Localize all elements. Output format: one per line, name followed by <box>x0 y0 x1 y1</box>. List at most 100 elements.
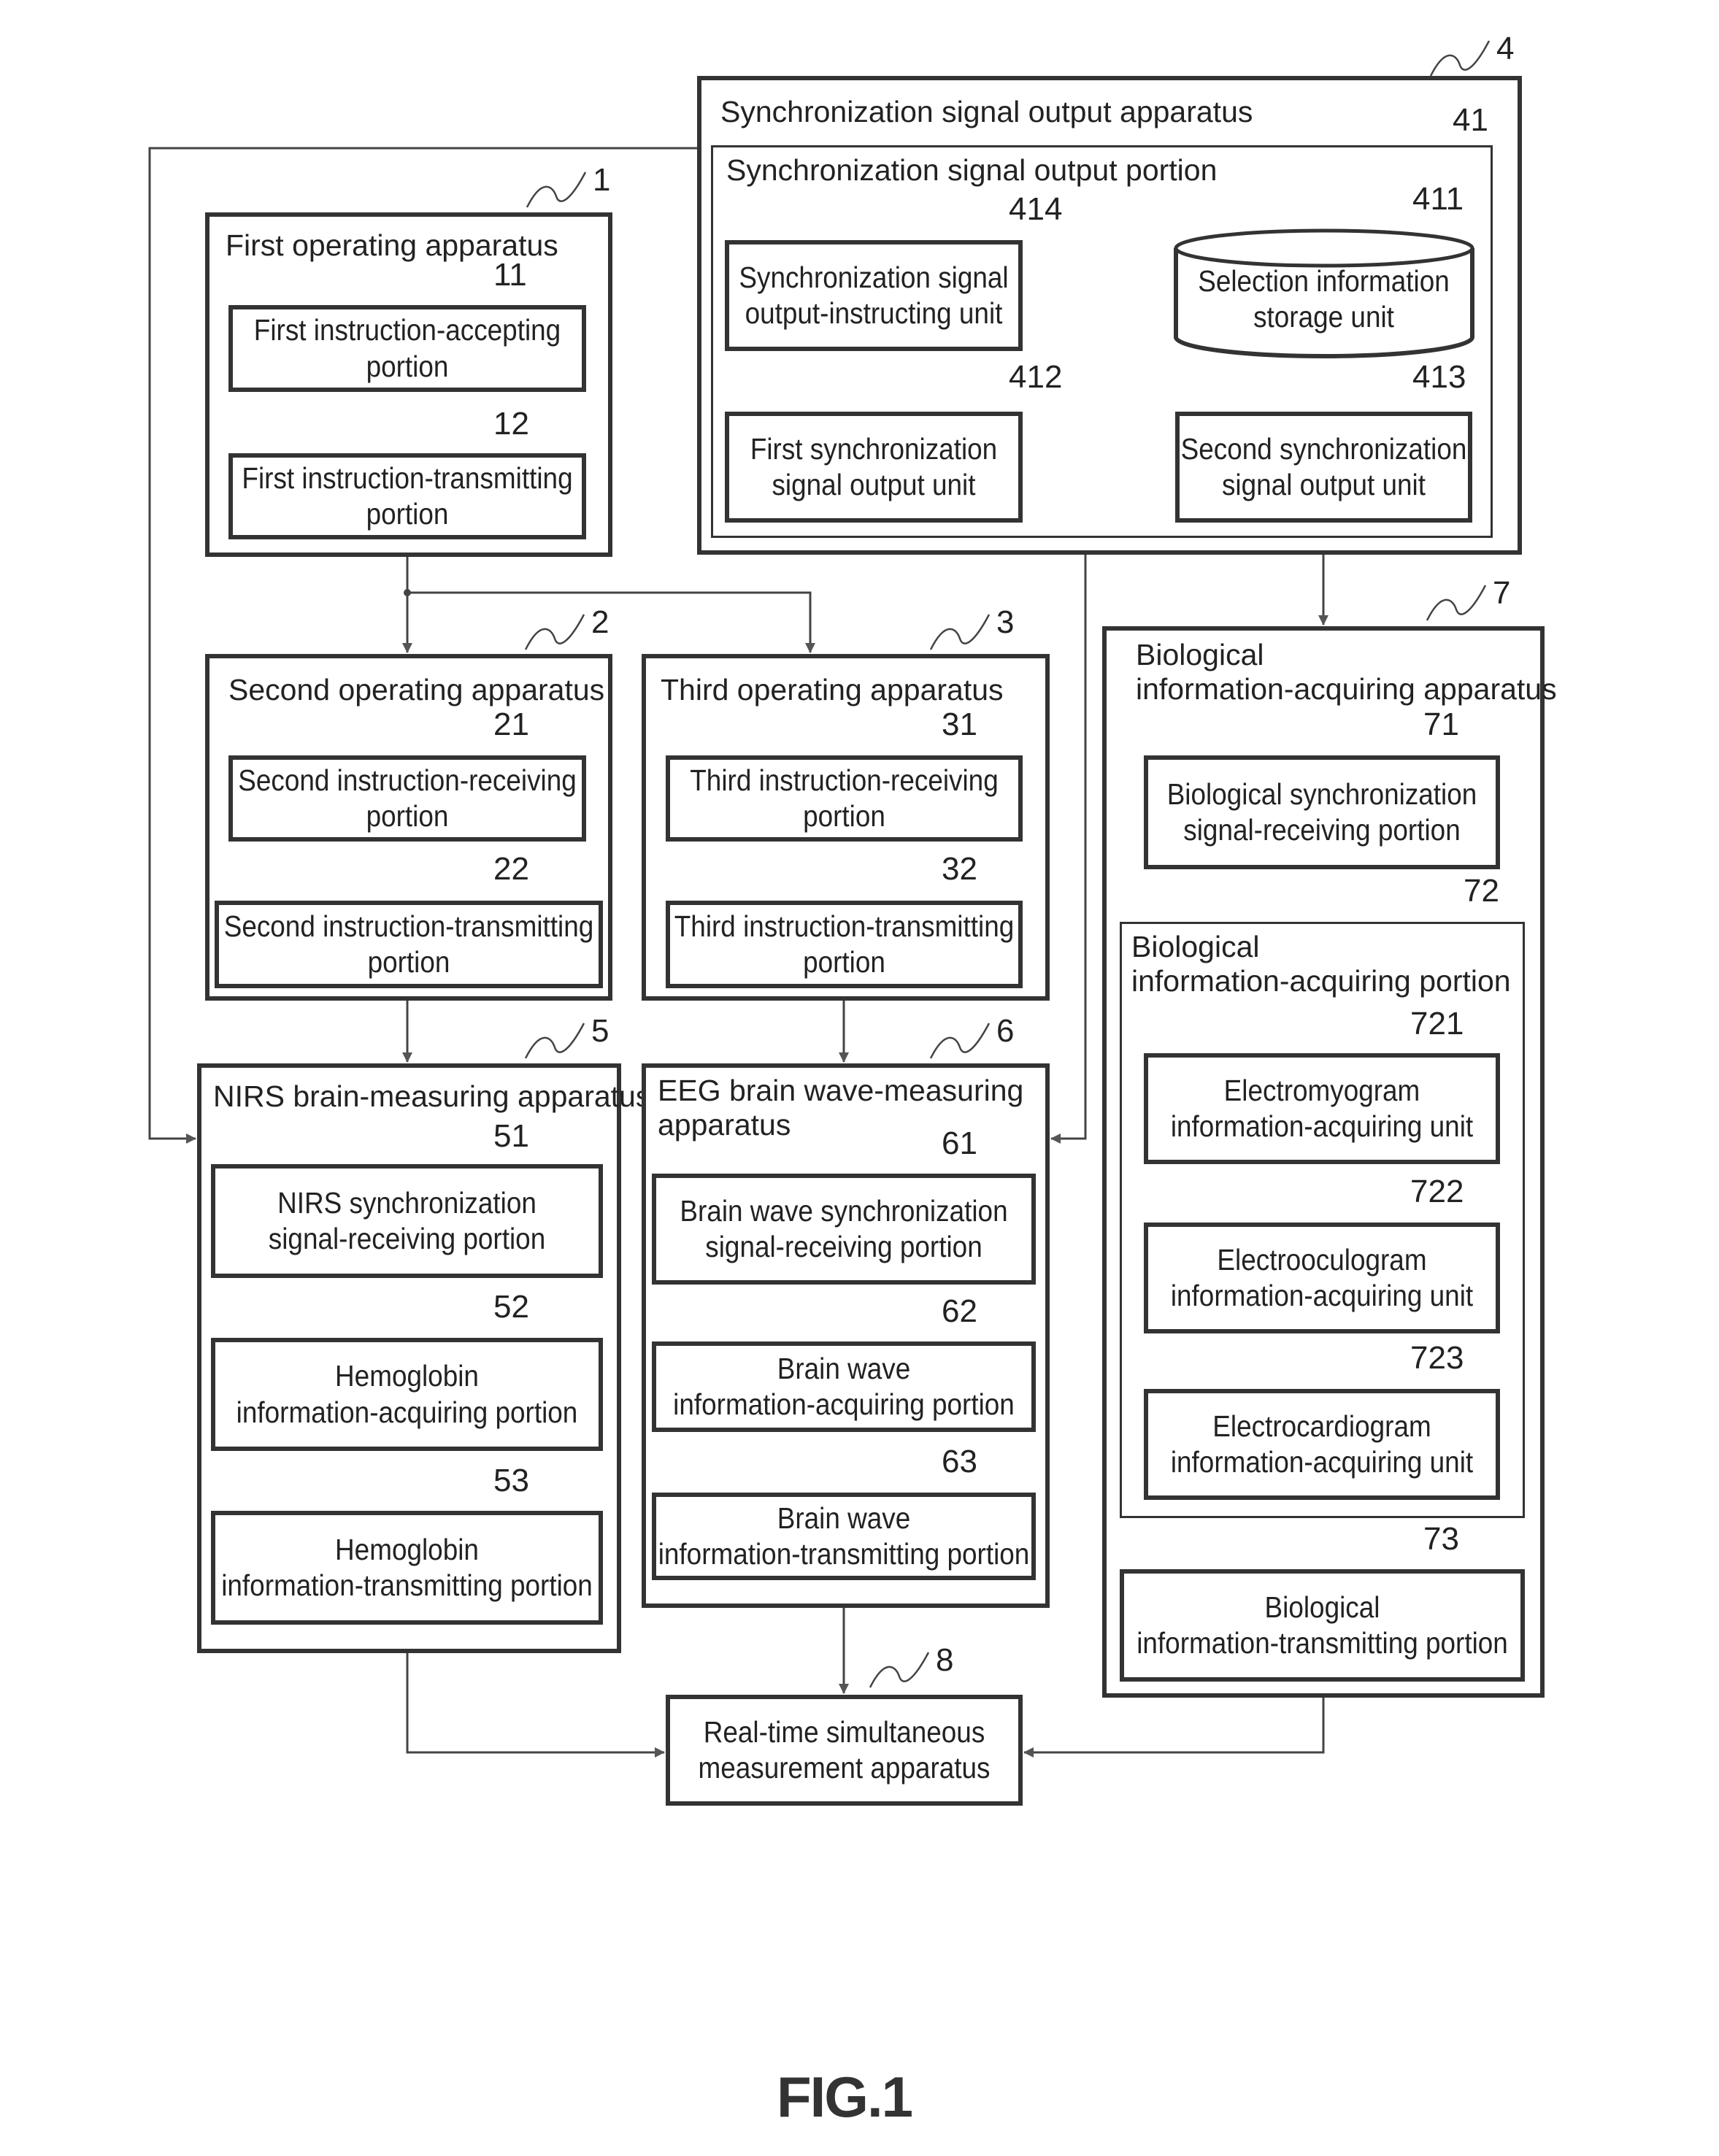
third-operating-title: Third operating apparatus <box>661 673 1004 707</box>
unit-line: Second synchronization <box>1180 431 1467 466</box>
unit-line: information-acquiring unit <box>1170 1279 1474 1312</box>
ref-32: 32 <box>942 851 977 887</box>
ref-1: 1 <box>593 162 611 198</box>
unit-line: portion <box>803 945 885 979</box>
unit-line: signal-receiving portion <box>268 1222 546 1255</box>
ref-2: 2 <box>591 604 609 640</box>
ref-4: 4 <box>1496 31 1515 66</box>
hemoglobin-info-transmitting-portion: Hemoglobin information-transmitting port… <box>211 1511 603 1625</box>
unit-line: Hemoglobin <box>335 1532 479 1566</box>
third-instruction-transmitting-portion: Third instruction-transmitting portion <box>666 901 1023 988</box>
unit-line: signal-receiving portion <box>705 1230 982 1263</box>
leader-line <box>526 172 587 208</box>
ref-62: 62 <box>942 1293 977 1329</box>
unit-line: Brain wave <box>777 1351 911 1385</box>
unit-line: Brain wave synchronization <box>680 1193 1008 1228</box>
unit-line: information-acquiring unit <box>1170 1445 1474 1479</box>
brain-wave-sync-signal-receiving-portion: Brain wave synchronization signal-receiv… <box>652 1174 1036 1285</box>
nirs-sync-signal-receiving-portion: NIRS synchronization signal-receiving po… <box>211 1164 603 1278</box>
leader-line <box>524 1023 585 1059</box>
brain-wave-info-transmitting-portion: Brain wave information-transmitting port… <box>652 1493 1036 1580</box>
ref-61: 61 <box>942 1125 977 1161</box>
nirs-title: NIRS brain-measuring apparatus <box>213 1079 651 1113</box>
unit-line: NIRS synchronization <box>277 1185 537 1220</box>
biological-info-transmitting-portion: Biological information-transmitting port… <box>1120 1569 1525 1682</box>
unit-line: Synchronization signal <box>739 260 1009 294</box>
unit-line: Third instruction-transmitting <box>674 909 1015 943</box>
sync-apparatus-title: Synchronization signal output apparatus <box>720 95 1253 128</box>
title-line: Biological <box>1131 930 1260 963</box>
unit-line: Second instruction-receiving <box>238 763 577 797</box>
ref-411: 411 <box>1412 181 1464 217</box>
unit-line: output-instructing unit <box>745 296 1003 330</box>
ref-413: 413 <box>1412 359 1466 395</box>
title-line: EEG brain wave-measuring <box>658 1074 1024 1107</box>
ref-63: 63 <box>942 1444 977 1479</box>
unit-line: information-acquiring unit <box>1170 1109 1474 1143</box>
first-instruction-transmitting-portion: First instruction-transmitting portion <box>228 453 586 539</box>
unit-line: Real-time simultaneous <box>703 1714 985 1749</box>
unit-line: measurement apparatus <box>698 1751 991 1785</box>
unit-line: storage unit <box>1253 300 1394 334</box>
unit-line: Hemoglobin <box>335 1359 479 1393</box>
unit-line: portion <box>366 349 449 383</box>
unit-line: Brain wave <box>777 1501 911 1535</box>
unit-line: signal output unit <box>772 468 976 501</box>
leader-line <box>1426 585 1487 621</box>
ref-12: 12 <box>493 406 529 442</box>
ref-412: 412 <box>1009 359 1063 395</box>
ref-52: 52 <box>493 1289 529 1325</box>
selection-info-storage-unit: Selection information storage unit <box>1190 255 1457 343</box>
electrooculogram-info-acquiring-unit: Electrooculogram information-acquiring u… <box>1144 1223 1500 1333</box>
unit-line: information-acquiring portion <box>236 1395 578 1429</box>
title-line: information-acquiring apparatus <box>1136 672 1557 707</box>
unit-line: portion <box>366 799 449 833</box>
unit-line: signal-receiving portion <box>1183 813 1461 847</box>
third-instruction-receiving-portion: Third instruction-receiving portion <box>666 755 1023 842</box>
first-instruction-accepting-portion: First instruction-accepting portion <box>228 305 586 392</box>
ref-21: 21 <box>493 707 529 742</box>
ref-3: 3 <box>996 604 1015 640</box>
biological-apparatus-title: Biological information-acquiring apparat… <box>1136 638 1557 707</box>
unit-line: information-acquiring portion <box>673 1387 1015 1421</box>
second-sync-signal-output-unit: Second synchronization signal output uni… <box>1175 412 1472 523</box>
ref-73: 73 <box>1423 1521 1459 1557</box>
ref-722: 722 <box>1410 1174 1464 1209</box>
leader-line <box>524 614 585 650</box>
arrow-5-to-8 <box>406 1653 665 1757</box>
ref-414: 414 <box>1009 191 1063 227</box>
unit-line: information-transmitting portion <box>221 1568 593 1602</box>
arrow-7-to-8 <box>1023 1698 1325 1757</box>
electromyogram-info-acquiring-unit: Electromyogram information-acquiring uni… <box>1144 1053 1500 1164</box>
ref-721: 721 <box>1410 1006 1464 1042</box>
ref-5: 5 <box>591 1013 609 1049</box>
second-instruction-receiving-portion: Second instruction-receiving portion <box>228 755 586 842</box>
leader-line <box>929 1023 991 1059</box>
unit-line: Second instruction-transmitting <box>223 909 594 943</box>
unit-line: First synchronization <box>750 431 998 466</box>
ref-71: 71 <box>1423 707 1459 742</box>
sync-output-instructing-unit: Synchronization signal output-instructin… <box>725 240 1023 351</box>
title-line: Biological <box>1136 638 1264 671</box>
unit-line: portion <box>367 945 450 979</box>
second-instruction-transmitting-portion: Second instruction-transmitting portion <box>215 901 603 988</box>
leader-line <box>1429 40 1491 77</box>
hemoglobin-info-acquiring-portion: Hemoglobin information-acquiring portion <box>211 1338 603 1451</box>
ref-6: 6 <box>996 1013 1015 1049</box>
first-sync-signal-output-unit: First synchronization signal output unit <box>725 412 1023 523</box>
second-operating-title: Second operating apparatus <box>228 673 605 707</box>
title-line: information-acquiring portion <box>1131 964 1511 998</box>
ref-7: 7 <box>1493 575 1511 611</box>
ref-22: 22 <box>493 851 529 887</box>
ref-51: 51 <box>493 1118 529 1154</box>
electrocardiogram-info-acquiring-unit: Electrocardiogram information-acquiring … <box>1144 1389 1500 1500</box>
ref-11: 11 <box>493 257 527 293</box>
leader-line <box>929 614 991 650</box>
ref-72: 72 <box>1464 873 1499 909</box>
unit-line: First instruction-accepting <box>253 313 561 347</box>
unit-line: Selection information <box>1198 263 1450 298</box>
unit-line: Electrooculogram <box>1217 1242 1427 1277</box>
unit-line: portion <box>803 799 885 833</box>
unit-line: portion <box>366 497 449 531</box>
biological-sync-signal-receiving-portion: Biological synchronization signal-receiv… <box>1144 755 1500 869</box>
